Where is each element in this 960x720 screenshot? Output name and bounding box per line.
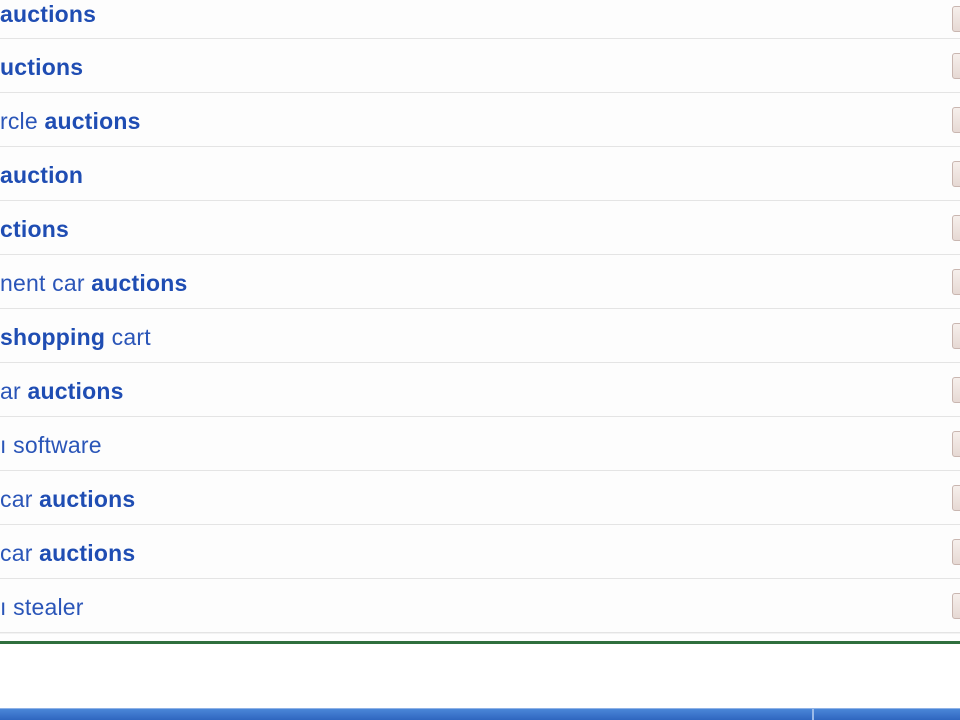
suggestion-link[interactable]: ar auctions — [0, 378, 124, 404]
suggestion-match-text: auctions — [91, 270, 188, 296]
suggestion-match-text: auctions — [27, 378, 124, 404]
row-action-icon[interactable] — [952, 160, 960, 187]
suggestion-text: cart — [105, 324, 151, 350]
suggestion-text: car — [0, 540, 40, 566]
row-action-icon[interactable] — [952, 214, 960, 241]
suggestion-link[interactable]: car auctions — [0, 486, 135, 512]
taskbar-divider — [812, 709, 814, 720]
suggestion-row[interactable]: ar auctions — [0, 363, 960, 417]
suggestion-link[interactable]: nent car auctions — [0, 270, 187, 296]
suggestion-row[interactable]: car auctions — [0, 525, 960, 579]
suggestion-row[interactable]: shopping cart — [0, 309, 960, 363]
suggestion-link[interactable]: uctions — [0, 54, 83, 80]
suggestion-match-text: ctions — [0, 216, 69, 242]
suggestion-link[interactable]: auction — [0, 162, 83, 188]
row-action-icon[interactable] — [952, 106, 960, 133]
suggestion-list: auctions uctions rcle auctions auction ctio… — [0, 0, 960, 633]
suggestion-match-text: auctions — [39, 540, 136, 566]
row-action-icon[interactable] — [952, 430, 960, 457]
suggestion-text: car — [0, 486, 40, 512]
row-action-icon[interactable] — [952, 322, 960, 349]
suggestion-match-text: auctions — [44, 108, 141, 134]
suggestion-match-text: uctions — [0, 54, 84, 80]
screen: auctions uctions rcle auctions auction ctio… — [0, 0, 960, 720]
suggestion-text: ı stealer — [0, 594, 84, 620]
suggestion-link[interactable]: ı software — [0, 432, 102, 458]
suggestion-link[interactable]: car auctions — [0, 540, 135, 566]
row-action-icon[interactable] — [952, 376, 960, 403]
row-action-icon[interactable] — [952, 538, 960, 565]
suggestion-match-text: auctions — [0, 1, 97, 27]
suggestion-match-text: shopping — [0, 324, 106, 350]
suggestion-link[interactable]: shopping cart — [0, 324, 151, 350]
suggestion-link[interactable]: ı stealer — [0, 594, 84, 620]
suggestion-text: ar — [0, 378, 28, 404]
suggestion-link[interactable]: rcle auctions — [0, 108, 141, 134]
suggestion-link[interactable]: ctions — [0, 216, 69, 242]
suggestion-row[interactable]: nent car auctions — [0, 255, 960, 309]
row-action-icon[interactable] — [952, 592, 960, 619]
suggestion-row[interactable]: ı stealer — [0, 579, 960, 633]
suggestion-text: rcle — [0, 108, 45, 134]
suggestion-text: ı software — [0, 432, 102, 458]
suggestion-row[interactable]: uctions — [0, 39, 960, 93]
empty-area — [0, 644, 960, 708]
suggestion-row[interactable]: car auctions — [0, 471, 960, 525]
row-action-icon[interactable] — [952, 52, 960, 79]
suggestion-link[interactable]: auctions — [0, 1, 96, 27]
suggestion-row[interactable]: rcle auctions — [0, 93, 960, 147]
suggestion-text: nent car — [0, 270, 92, 296]
suggestion-row[interactable]: auctions — [0, 0, 960, 39]
row-action-icon[interactable] — [952, 484, 960, 511]
row-action-icon[interactable] — [952, 268, 960, 295]
row-action-icon[interactable] — [952, 6, 960, 32]
suggestion-match-text: auction — [0, 162, 84, 188]
suggestion-row[interactable]: ctions — [0, 201, 960, 255]
suggestion-row[interactable]: auction — [0, 147, 960, 201]
suggestion-row[interactable]: ı software — [0, 417, 960, 471]
taskbar — [0, 708, 960, 720]
suggestion-match-text: auctions — [39, 486, 136, 512]
